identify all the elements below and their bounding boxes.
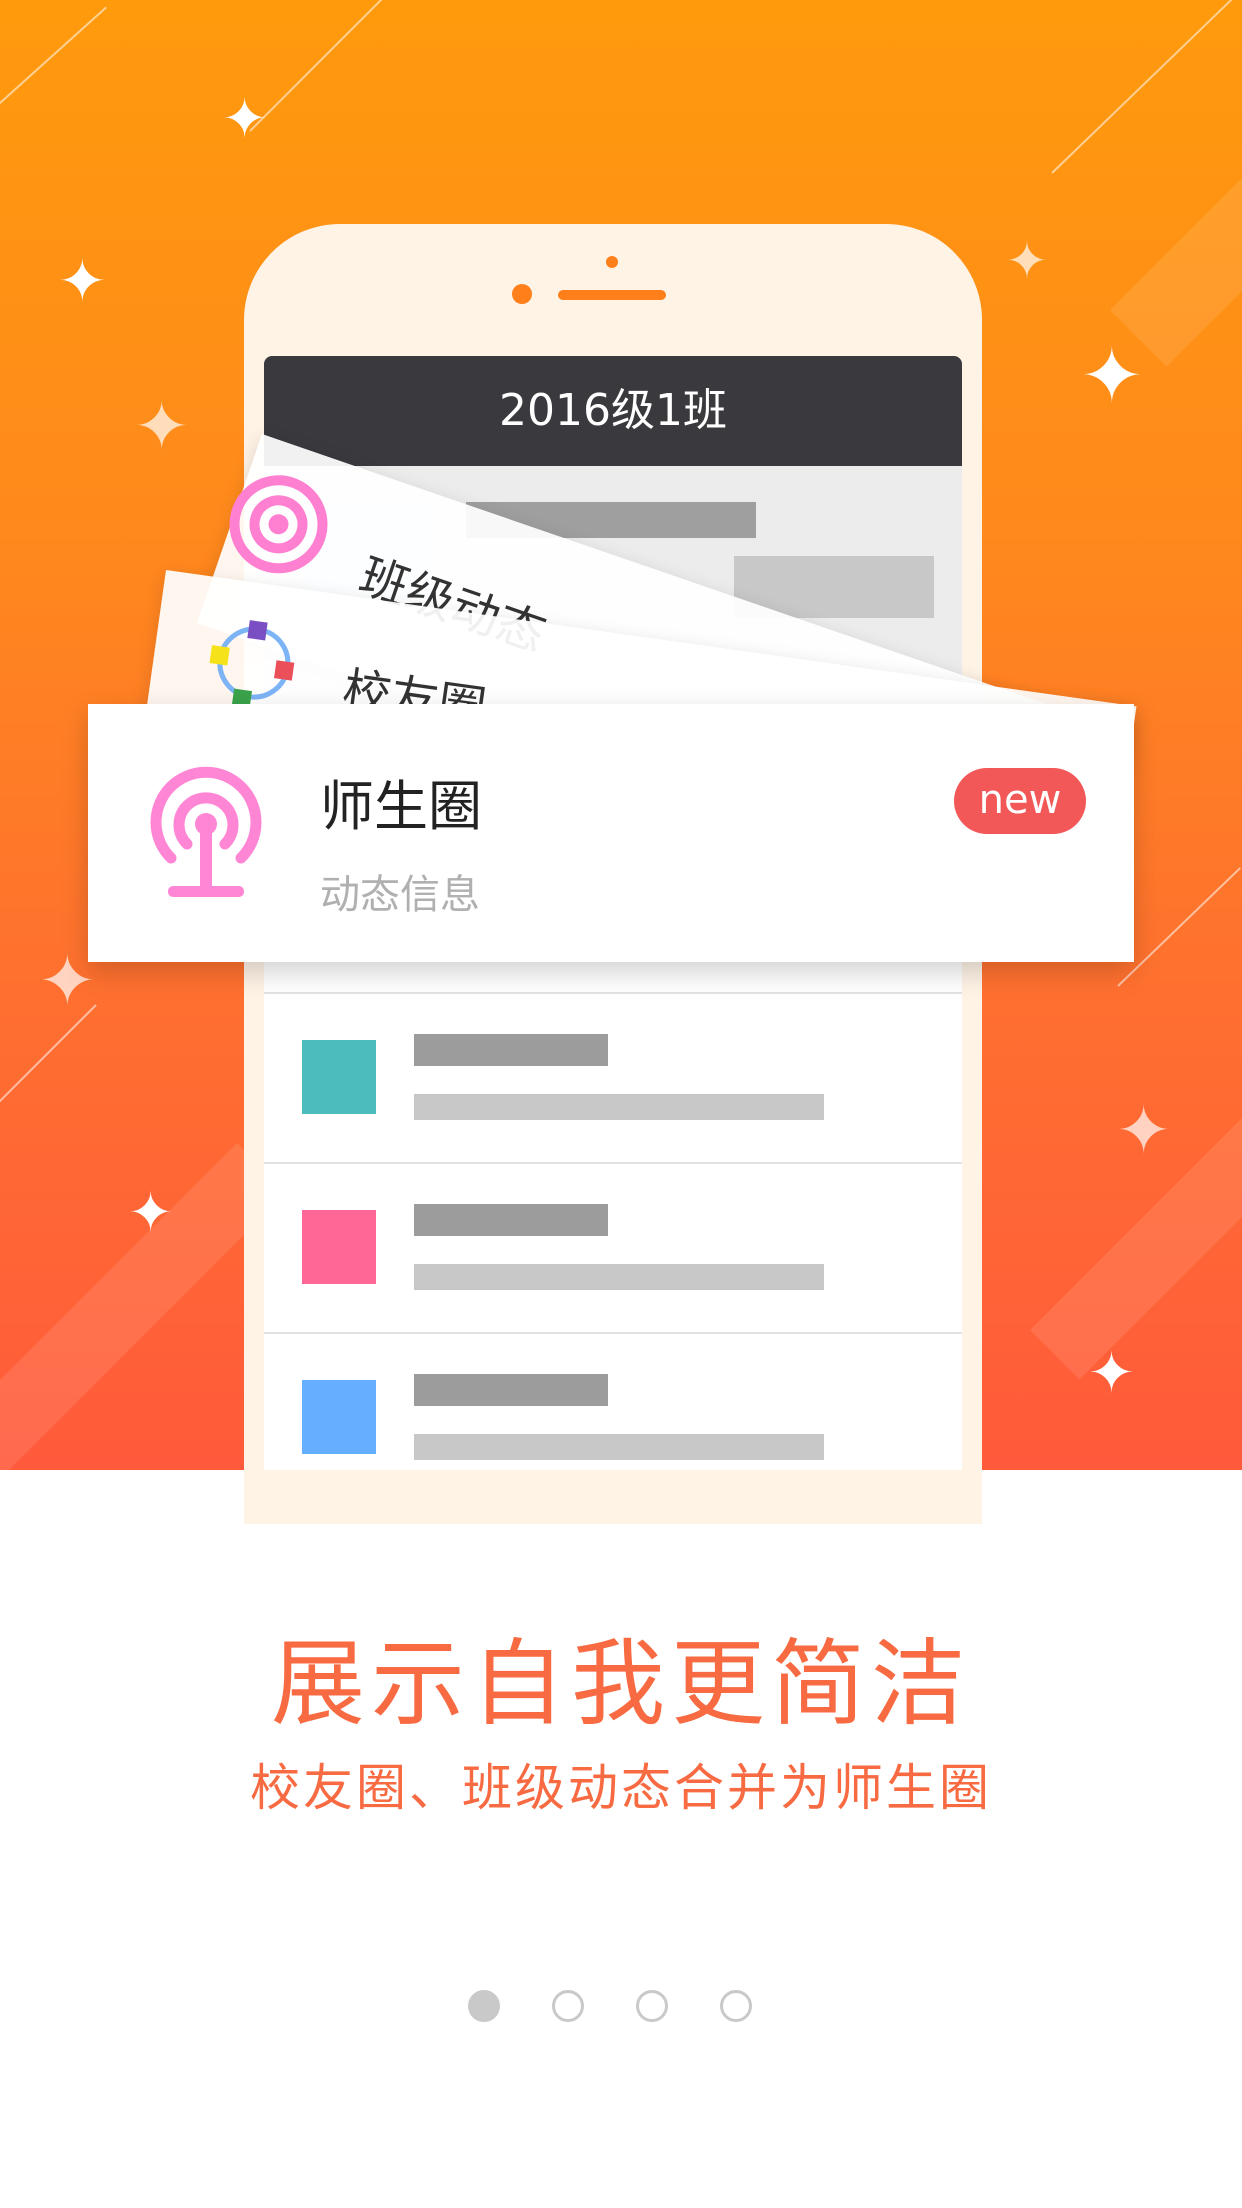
sparkle-icon: ✦ [222,87,268,150]
headline: 展示自我更简洁 [270,1630,971,1739]
phone-sensor [606,256,618,268]
decor-streak [0,6,108,122]
list-item[interactable] [264,1332,962,1470]
decor-streak [1051,0,1233,174]
alumni-circle-icon [209,620,295,709]
sparkle-icon: ✦ [1116,1092,1172,1169]
onboarding-page: ✦ ✦ ✦ ✦ ✦ ✦ ✦ ✦ ✦ 2016级1班 班级动态 校友圈 师生圈 动… [0,0,1242,2208]
card-subtitle: 动态信息 [320,872,480,918]
card-teacher-student-circle[interactable]: 师生圈 动态信息 new [88,704,1134,962]
page-dot-3[interactable] [636,1990,668,2022]
sparkle-icon: ✦ [128,1181,174,1244]
row-text-placeholder [414,1264,824,1290]
class-title: 2016级1班 [264,356,962,466]
decor-streak [249,0,393,132]
decor-streak [1117,867,1241,987]
broadcast-icon [150,766,262,897]
page-indicator [468,1990,778,2030]
phone-speaker [558,290,666,300]
row-text-placeholder [414,1094,824,1120]
page-dot-2[interactable] [552,1990,584,2022]
page-dot-1[interactable] [468,1990,500,2022]
row-thumbnail [302,1040,376,1114]
row-title-placeholder [414,1034,608,1066]
list-item[interactable] [264,1162,962,1334]
card-title: 师生圈 [320,775,482,838]
row-thumbnail [302,1380,376,1454]
new-badge: new [954,768,1086,834]
sparkle-icon: ✦ [58,247,107,315]
row-thumbnail [302,1210,376,1284]
page-dot-4[interactable] [720,1990,752,2022]
sparkle-icon: ✦ [1080,331,1144,420]
sparkle-icon: ✦ [1006,232,1048,290]
sparkle-icon: ✦ [134,388,190,465]
row-title-placeholder [414,1204,608,1236]
row-text-placeholder [414,1434,824,1460]
row-title-placeholder [414,1374,608,1406]
phone-camera [512,284,532,304]
subheadline: 校友圈、班级动态合并为师生圈 [250,1759,992,1817]
list-item[interactable] [264,992,962,1164]
sparkle-icon: ✦ [1088,1341,1135,1406]
